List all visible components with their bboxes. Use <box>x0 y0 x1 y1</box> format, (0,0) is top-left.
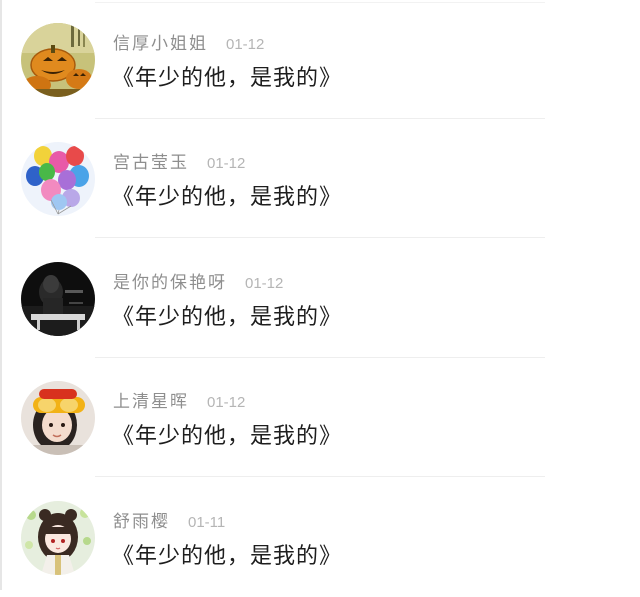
pumpkin-avatar-icon[interactable] <box>21 23 95 97</box>
divider <box>95 237 545 238</box>
comment-item: 信厚小姐姐 01-12 《年少的他，是我的》 <box>0 0 640 119</box>
divider <box>95 476 545 477</box>
balloons-avatar-icon[interactable] <box>21 142 95 216</box>
user-name[interactable]: 舒雨樱 <box>113 507 170 532</box>
comment-item: 宫古莹玉 01-12 《年少的他，是我的》 <box>0 119 640 238</box>
user-name[interactable]: 信厚小姐姐 <box>113 29 208 54</box>
comment-header: 上清星晖 01-12 <box>113 387 245 413</box>
user-name[interactable]: 是你的保艳呀 <box>113 268 227 293</box>
comment-header: 舒雨樱 01-11 <box>113 507 225 533</box>
comment-item: 舒雨樱 01-11 《年少的他，是我的》 <box>0 478 640 597</box>
comment-text: 《年少的他，是我的》 <box>112 424 343 449</box>
comment-text: 《年少的他，是我的》 <box>112 66 343 91</box>
comment-text: 《年少的他，是我的》 <box>112 185 343 210</box>
user-name[interactable]: 宫古莹玉 <box>113 148 189 173</box>
user-name[interactable]: 上清星晖 <box>113 387 189 412</box>
comment-text: 《年少的他，是我的》 <box>112 305 343 330</box>
comment-text: 《年少的他，是我的》 <box>112 544 343 569</box>
post-date: 01-12 <box>207 394 246 411</box>
girl-goggles-avatar-icon[interactable] <box>21 381 95 455</box>
comment-item: 是你的保艳呀 01-12 《年少的他，是我的》 <box>0 239 640 358</box>
post-date: 01-11 <box>188 514 226 531</box>
comment-header: 信厚小姐姐 01-12 <box>113 29 264 55</box>
comment-header: 是你的保艳呀 01-12 <box>113 268 283 294</box>
anime-girl-avatar-icon[interactable] <box>21 501 95 575</box>
dark-photo-avatar-icon[interactable] <box>21 262 95 336</box>
post-date: 01-12 <box>207 155 246 172</box>
comment-header: 宫古莹玉 01-12 <box>113 148 245 174</box>
post-date: 01-12 <box>245 275 284 292</box>
comment-item: 上清星晖 01-12 《年少的他，是我的》 <box>0 358 640 477</box>
post-date: 01-12 <box>226 36 265 53</box>
